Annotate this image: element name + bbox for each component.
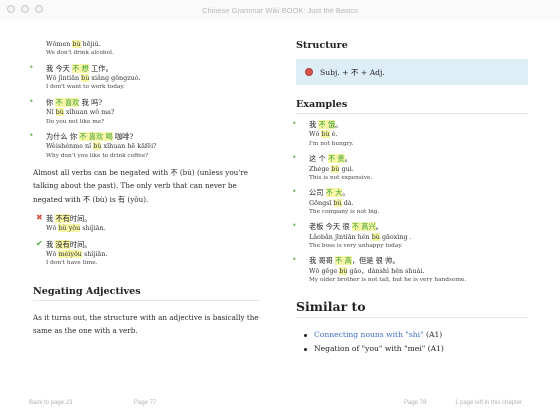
correct-check-icon: ✔: [36, 238, 43, 248]
window-title: Chinese Grammar Wiki BOOK: Just the Basi…: [202, 5, 358, 15]
example-translation: I'm not hungry.: [309, 140, 354, 147]
left-page: Wǒmen bù hējiǔ. We don't drink alcohol. …: [29, 32, 259, 345]
example-item: • 公司 不 大。 Gōngsī bù dà. The company is not …: [292, 187, 528, 216]
similar-link-connecting-nouns[interactable]: Connecting nouns with "shi": [314, 330, 424, 339]
example-hanzi: 为什么 你 不 喜欢 喝 咖啡?: [46, 131, 134, 141]
example-translation: I don't want to work today.: [46, 84, 125, 91]
window-titlebar: Chinese Grammar Wiki BOOK: Just the Basi…: [0, 0, 560, 20]
heading-divider: [296, 113, 528, 114]
example-hanzi: 公司 不 大。: [309, 188, 350, 198]
example-translation: My older brother is not tall, but he is …: [309, 277, 467, 284]
example-hanzi: 老板 今天 很 不 高兴。: [309, 222, 383, 232]
example-item: • 你 不 喜欢 我 吗? Nǐ bù xǐhuan wǒ ma? Do you no…: [29, 97, 259, 126]
structure-box: Subj. + 不 + Adj.: [296, 59, 528, 85]
close-window-button[interactable]: [7, 5, 15, 13]
example-translation: Why don't you like to drink coffee?: [46, 152, 149, 159]
example-translation: This is not expensive.: [309, 174, 373, 181]
example-hanzi: 这 个 不 贵。: [309, 154, 352, 164]
right-page-number: Page 78: [404, 400, 427, 406]
example-pinyin: Wǒmen bù hējiǔ.: [46, 40, 101, 48]
example-top: Wǒmen bù hējiǔ. We don't drink alcohol.: [33, 40, 259, 58]
example-item: • 我 今天 不 想 工作。 Wǒ jīntiān bù xiǎng gōngzuò…: [29, 63, 259, 92]
example-pinyin: Zhège bù guì.: [309, 164, 354, 173]
example-pinyin: Wǒ jīntiān bù xiǎng gōngzuò.: [46, 74, 141, 83]
example-right: ✔ 我 没有时间。 Wǒ méiyǒu shíjiān. I don't hav…: [33, 238, 259, 268]
section-heading-negating-adjectives: Negating Adjectives: [33, 285, 141, 297]
example-pinyin: Wǒ méiyǒu shíjiān.: [46, 250, 108, 259]
example-hanzi: 我 没有时间。: [46, 239, 92, 249]
bullet-icon: •: [292, 255, 297, 265]
bullet-icon: •: [292, 153, 297, 163]
example-item: • 为什么 你 不 喜欢 喝 咖啡? Wèishénme nǐ bù xǐhuan …: [29, 131, 259, 160]
structure-formula: Subj. + 不 + Adj.: [320, 67, 385, 77]
example-hanzi: 我 今天 不 想 工作。: [46, 63, 113, 73]
right-page: Structure Subj. + 不 + Adj. Examples • 我 不…: [292, 32, 528, 357]
zoom-window-button[interactable]: [35, 5, 43, 13]
example-item: • 我 哥哥 不 高，但是 很 帅。 Wǒ gēge bù gāo，dànshì h…: [292, 255, 528, 284]
example-hanzi: 我 不 饿。: [309, 120, 343, 129]
example-pinyin: Gōngsī bù dà.: [309, 198, 354, 207]
paragraph-verbs: Almost all verbs can be negated with 不 (…: [33, 168, 248, 204]
heading-divider: [296, 316, 528, 318]
similar-to-heading: Similar to: [296, 298, 366, 314]
example-pinyin: Nǐ bù xǐhuan wǒ ma?: [46, 108, 115, 117]
similar-item: Negation of "you" with "mei" (A1): [296, 342, 528, 356]
example-pinyin: Wǒ gēge bù gāo，dànshì hěn shuài.: [309, 266, 425, 275]
example-pinyin: Wèishénme nǐ bù xǐhuan hē kāfēi?: [46, 142, 157, 151]
left-page-number: Page 77: [134, 400, 157, 406]
pages-left-indicator: 1 page left in this chapter: [455, 400, 523, 406]
bullet-icon: •: [29, 130, 34, 140]
structure-heading: Structure: [296, 40, 348, 51]
example-pinyin: Wǒ bù è.: [309, 130, 338, 139]
bullet-icon: •: [29, 62, 34, 72]
example-wrong: ✖ 我 不有时间。 Wǒ bù yǒu shíjiān.: [33, 212, 259, 234]
example-item: • 这 个 不 贵。 Zhège bù guì. This is not expens…: [292, 153, 528, 182]
wrong-x-icon: ✖: [36, 212, 43, 222]
heading-divider: [33, 299, 259, 301]
window-controls: [7, 5, 43, 13]
example-hanzi: 你 不 喜欢 我 吗?: [46, 97, 103, 107]
paragraph-adjectives: As it turns out, the structure with an a…: [33, 312, 259, 336]
example-translation: Do you not like me?: [46, 118, 105, 125]
similar-item: Connecting nouns with "shi" (A1): [296, 328, 528, 342]
structure-bullet-icon: [305, 68, 313, 76]
example-hanzi: 我 哥哥 不 高，但是 很 帅。: [309, 256, 400, 266]
example-item: • 老板 今天 很 不 高兴。 Lǎobǎn jīntiān hěn bù gāox…: [292, 221, 528, 250]
similar-list: Connecting nouns with "shi" (A1) Negatio…: [296, 328, 528, 357]
back-to-page-link[interactable]: Back to page 23: [29, 400, 72, 406]
example-item: • 我 不 饿。 Wǒ bù è. I'm not hungry.: [292, 119, 528, 148]
example-pinyin: Lǎobǎn jīntiān hěn bù gāoxìng .: [309, 232, 412, 241]
example-pinyin: Wǒ bù yǒu shíjiān.: [46, 224, 106, 233]
bullet-icon: •: [292, 221, 297, 231]
bullet-icon: •: [292, 187, 297, 197]
example-translation: The boss is very unhappy today.: [309, 243, 403, 250]
example-hanzi: 我 不有时间。: [46, 213, 92, 223]
examples-heading: Examples: [296, 99, 348, 110]
minimize-window-button[interactable]: [21, 5, 29, 13]
example-translation: The company is not big.: [309, 208, 380, 215]
bullet-icon: •: [29, 96, 34, 106]
bullet-icon: •: [292, 119, 297, 128]
example-translation: We don't drink alcohol.: [46, 50, 114, 57]
example-translation: I don't have time.: [46, 260, 98, 267]
